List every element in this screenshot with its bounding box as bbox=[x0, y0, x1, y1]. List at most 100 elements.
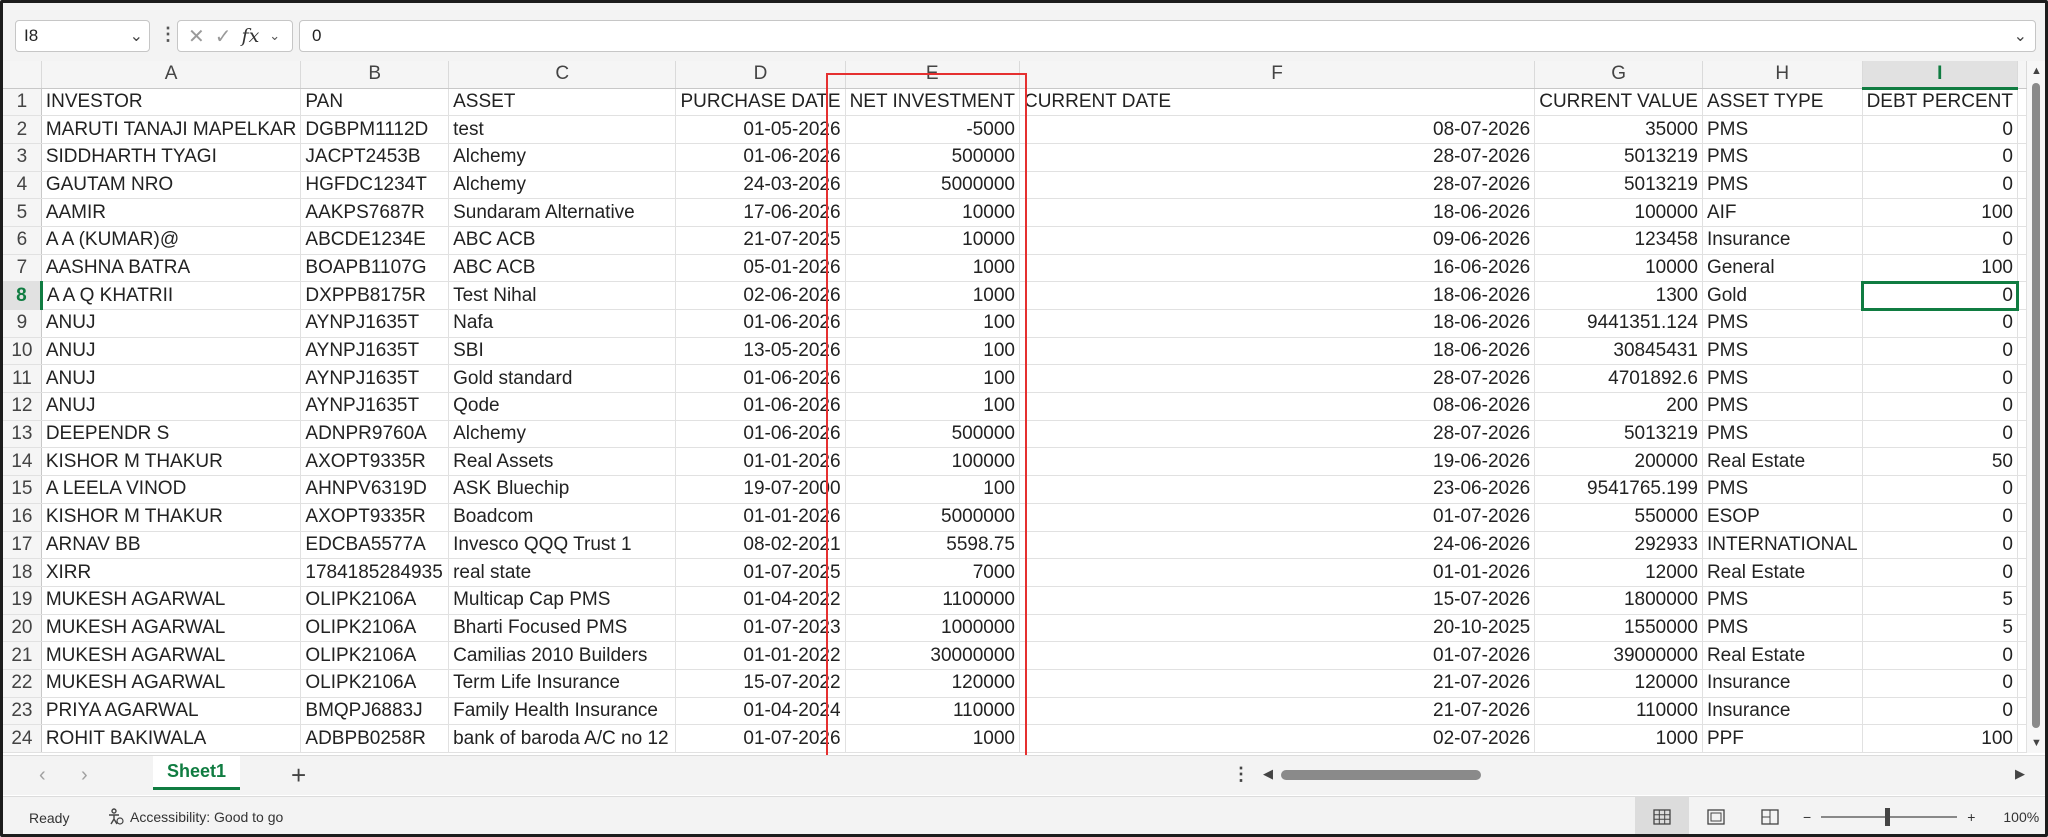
cell[interactable]: AXOPT9335R bbox=[300, 503, 450, 532]
previous-sheet-icon[interactable]: ‹ bbox=[39, 764, 46, 787]
column-title-cell[interactable]: DEBT PERCENT bbox=[1862, 88, 2019, 117]
cell[interactable]: 500000 bbox=[845, 143, 1020, 172]
accessibility-status[interactable]: Accessibility: Good to go bbox=[107, 808, 283, 826]
column-title-cell[interactable]: INVESTOR bbox=[41, 88, 302, 117]
scroll-left-icon[interactable]: ◀ bbox=[1263, 766, 1273, 782]
cell[interactable]: AYNPJ1635T bbox=[300, 337, 450, 366]
zoom-out-icon[interactable]: − bbox=[1803, 809, 1811, 825]
row-header[interactable]: 15 bbox=[3, 475, 42, 504]
cell[interactable]: 10000 bbox=[845, 198, 1020, 227]
cell[interactable]: 1300 bbox=[1534, 281, 1703, 310]
cell[interactable]: HGFDC1234T bbox=[300, 171, 450, 200]
row-header[interactable]: 9 bbox=[3, 309, 42, 338]
row-header[interactable]: 16 bbox=[3, 503, 42, 532]
cell[interactable] bbox=[2017, 447, 2027, 477]
cancel-icon[interactable]: ✕ bbox=[188, 24, 205, 49]
cell[interactable]: 0 bbox=[1862, 143, 2019, 172]
cell[interactable]: 10000 bbox=[1534, 254, 1703, 283]
cell[interactable]: 01-01-2026 bbox=[675, 503, 846, 532]
cell[interactable]: Qode bbox=[448, 392, 677, 421]
cell[interactable]: Invesco QQQ Trust 1 bbox=[448, 531, 677, 560]
zoom-level[interactable]: 100% bbox=[2003, 809, 2039, 825]
cell[interactable]: Test Nihal bbox=[448, 281, 677, 310]
cell[interactable]: 123458 bbox=[1534, 226, 1703, 255]
sheet-table[interactable]: A B C D E F G H I 1 INVESTOR PAN ASSET PURCHASE DATE N… bbox=[3, 61, 2027, 753]
cell[interactable]: Real Estate bbox=[1702, 447, 1863, 477]
cell[interactable]: 30000000 bbox=[845, 641, 1020, 670]
cell[interactable]: 0 bbox=[1862, 420, 2019, 449]
cell[interactable]: Boadcom bbox=[448, 503, 677, 532]
cell[interactable]: 0 bbox=[1862, 364, 2019, 394]
cell[interactable]: 01-07-2026 bbox=[1019, 641, 1536, 670]
more-options-icon[interactable]: ⋮ bbox=[1232, 764, 1250, 785]
cell[interactable]: 21-07-2026 bbox=[1019, 697, 1536, 726]
column-header-e[interactable]: E bbox=[845, 61, 1020, 89]
cell[interactable]: 0 bbox=[1862, 171, 2019, 200]
cell[interactable]: 28-07-2026 bbox=[1019, 420, 1536, 449]
cell[interactable]: AYNPJ1635T bbox=[300, 392, 450, 421]
cell[interactable]: 100 bbox=[845, 475, 1020, 504]
cell[interactable]: Real Estate bbox=[1702, 558, 1863, 587]
cell[interactable]: 01-01-2026 bbox=[675, 447, 846, 477]
cell[interactable]: 0 bbox=[1862, 558, 2019, 587]
column-header-f[interactable]: F bbox=[1019, 61, 1536, 89]
cell[interactable]: PMS bbox=[1702, 392, 1863, 421]
cell[interactable] bbox=[2017, 337, 2027, 366]
column-title-cell[interactable]: PAN bbox=[300, 88, 450, 117]
cell[interactable]: PMS bbox=[1702, 309, 1863, 338]
cell[interactable]: 1000 bbox=[845, 724, 1020, 753]
cell[interactable]: AHNPV6319D bbox=[300, 475, 450, 504]
cell[interactable]: 28-07-2026 bbox=[1019, 143, 1536, 172]
cell[interactable]: KISHOR M THAKUR bbox=[41, 447, 302, 477]
cell[interactable]: -5000 bbox=[845, 115, 1020, 144]
cell[interactable]: ARNAV BB bbox=[41, 531, 302, 560]
cell[interactable]: ABC ACB bbox=[448, 226, 677, 255]
cell[interactable]: AXOPT9335R bbox=[300, 447, 450, 477]
cell[interactable]: 9541765.199 bbox=[1534, 475, 1703, 504]
cell[interactable]: 01-07-2025 bbox=[675, 558, 846, 587]
select-all-corner[interactable] bbox=[3, 61, 42, 89]
cell[interactable]: 100 bbox=[1862, 254, 2019, 283]
cell[interactable]: 110000 bbox=[845, 697, 1020, 726]
cell[interactable]: 100 bbox=[1862, 198, 2019, 227]
cell[interactable] bbox=[2017, 586, 2027, 615]
cell[interactable]: 0 bbox=[1861, 280, 2019, 311]
cell[interactable]: MUKESH AGARWAL bbox=[41, 614, 302, 643]
cell[interactable]: DGBPM1112D bbox=[300, 115, 450, 144]
cell[interactable]: 100000 bbox=[1534, 198, 1703, 227]
column-title-cell[interactable]: ASSET bbox=[448, 88, 677, 117]
cell[interactable]: 23-06-2026 bbox=[1019, 475, 1536, 504]
cell[interactable]: 35000 bbox=[1534, 115, 1703, 144]
cell[interactable]: MUKESH AGARWAL bbox=[41, 586, 302, 615]
normal-view-button[interactable] bbox=[1635, 797, 1689, 834]
zoom-slider[interactable] bbox=[1821, 808, 1958, 826]
cell[interactable]: 1800000 bbox=[1534, 586, 1703, 615]
cell[interactable] bbox=[2017, 641, 2027, 670]
row-header[interactable]: 23 bbox=[3, 697, 42, 726]
cell[interactable] bbox=[2017, 503, 2027, 532]
cell[interactable]: 19-06-2026 bbox=[1019, 447, 1536, 477]
cell[interactable]: JACPT2453B bbox=[300, 143, 450, 172]
cell[interactable]: 9441351.124 bbox=[1534, 309, 1703, 338]
zoom-in-icon[interactable]: + bbox=[1967, 809, 1975, 825]
row-header[interactable]: 17 bbox=[3, 531, 42, 560]
row-header[interactable]: 10 bbox=[3, 337, 42, 366]
column-header-a[interactable]: A bbox=[41, 61, 302, 89]
cell[interactable]: PMS bbox=[1702, 364, 1863, 394]
cell[interactable]: 200 bbox=[1534, 392, 1703, 421]
cell[interactable]: Gold standard bbox=[448, 364, 677, 394]
cell[interactable]: 550000 bbox=[1534, 503, 1703, 532]
cell[interactable]: 18-06-2026 bbox=[1019, 309, 1536, 338]
cell[interactable]: 24-03-2026 bbox=[675, 171, 846, 200]
name-box[interactable]: I8 ⌄ bbox=[15, 20, 150, 52]
cell[interactable]: PMS bbox=[1702, 614, 1863, 643]
row-header[interactable]: 11 bbox=[3, 364, 42, 394]
row-header[interactable]: 6 bbox=[3, 226, 42, 255]
cell[interactable]: Camilias 2010 Builders bbox=[448, 641, 677, 670]
cell[interactable]: ADNPR9760A bbox=[300, 420, 450, 449]
cell[interactable]: 0 bbox=[1862, 641, 2019, 670]
row-header[interactable]: 18 bbox=[3, 558, 42, 587]
cell[interactable]: 5000000 bbox=[845, 171, 1020, 200]
cell[interactable]: PMS bbox=[1702, 143, 1863, 172]
cell[interactable] bbox=[2017, 281, 2027, 310]
